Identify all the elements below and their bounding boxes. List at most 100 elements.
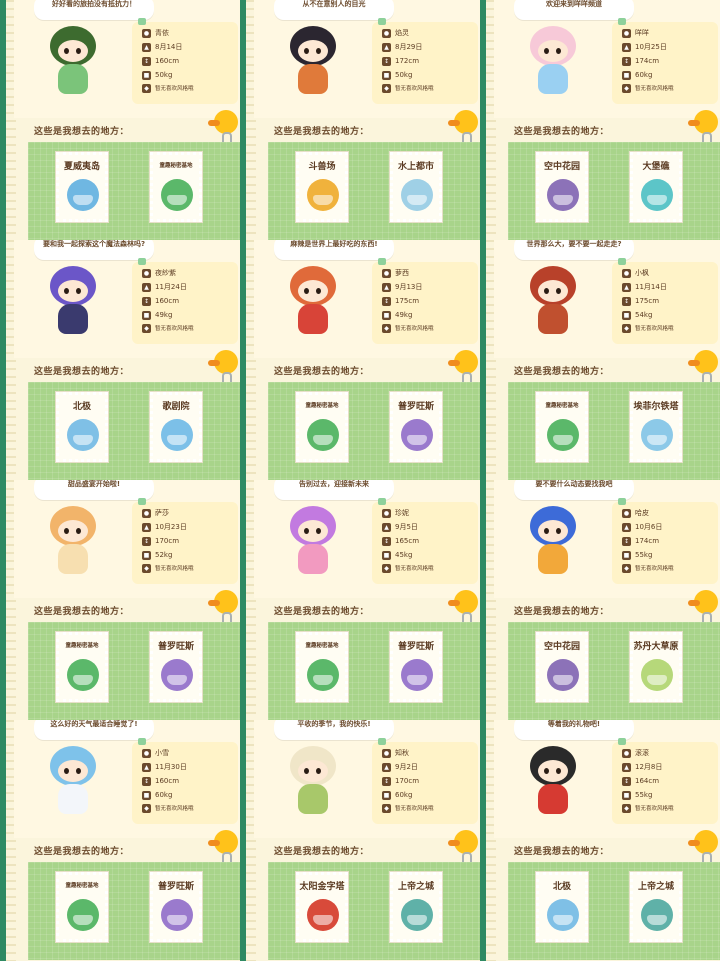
destination-name: 大堡礁 — [642, 162, 670, 172]
height-icon: ↕ — [142, 296, 151, 306]
destination-stamp[interactable]: 北极 — [56, 392, 108, 462]
destination-stamp[interactable]: 夏威夷岛 — [56, 152, 108, 222]
height-row: ↕ 160cm — [142, 56, 179, 67]
destinations-section: 童趣秘密基地 埃菲尔铁塔 — [508, 382, 720, 480]
destination-stamp[interactable]: 水上都市 — [390, 152, 442, 222]
destinations-section: 空中花园 大堡礁 — [508, 142, 720, 240]
destinations-section: 斗兽场 水上都市 — [268, 142, 480, 240]
destination-name: 童趣秘密基地 — [159, 163, 193, 169]
character-card[interactable]: 甜品盛宴开始啦! ● 萨莎 ▲ 10月23日 ↕ 170cm ■ 52kg ◆ 暂无喜欢风… — [0, 480, 240, 720]
destination-illustration — [641, 899, 673, 931]
cake-icon: ▲ — [142, 282, 151, 292]
character-avatar[interactable] — [282, 262, 344, 340]
character-card[interactable]: 等着我的礼物吧! ● 滚滚 ▲ 12月8日 ↕ 164cm ■ 55kg ◆ 暂无喜欢风格… — [480, 720, 720, 961]
cake-icon: ▲ — [622, 42, 631, 52]
destination-illustration — [307, 179, 339, 211]
height-icon: ↕ — [382, 296, 391, 306]
destination-stamp[interactable]: 上帝之城 — [630, 872, 682, 942]
destination-stamp[interactable]: 埃菲尔铁塔 — [630, 392, 682, 462]
profile-section: 这么好的天气最适合睡觉了! ● 小雪 ▲ 11月30日 ↕ 160cm ■ 60kg ◆… — [14, 720, 240, 838]
weight-value: 49kg — [395, 311, 413, 319]
destination-stamp[interactable]: 空中花园 — [536, 152, 588, 222]
destination-stamp[interactable]: 苏丹大草原 — [630, 632, 682, 702]
destination-stamp[interactable]: 太阳金字塔 — [296, 872, 348, 942]
birthday-row: ▲ 12月8日 — [622, 762, 662, 773]
character-card[interactable]: 麻辣是世界上最好吃的东西! ● 萝西 ▲ 9月13日 ↕ 175cm ■ 49kg ◆ 暂… — [240, 240, 480, 480]
destination-name: 普罗旺斯 — [157, 882, 194, 892]
person-icon: ● — [142, 748, 151, 758]
favorite-style: 暂无喜欢风格哦 — [155, 86, 194, 92]
destination-stamp[interactable]: 普罗旺斯 — [150, 872, 202, 942]
weight-value: 45kg — [395, 551, 413, 559]
character-card[interactable]: 好好看的旅拍没有抵抗力！ ● 青依 ▲ 8月14日 ↕ 160cm ■ 50kg ◆ 暂无… — [0, 0, 240, 240]
destination-stamp[interactable]: 上帝之城 — [390, 872, 442, 942]
destination-stamp[interactable]: 童趣秘密基地 — [536, 392, 588, 462]
destination-stamp[interactable]: 普罗旺斯 — [390, 392, 442, 462]
birthday-value: 8月29日 — [395, 43, 423, 51]
destination-stamp[interactable]: 北极 — [536, 872, 588, 942]
character-card[interactable]: 这么好的天气最适合睡觉了! ● 小雪 ▲ 11月30日 ↕ 160cm ■ 60kg ◆… — [0, 720, 240, 961]
destination-stamp[interactable]: 空中花园 — [536, 632, 588, 702]
height-row: ↕ 160cm — [142, 776, 179, 787]
destination-stamp[interactable]: 普罗旺斯 — [390, 632, 442, 702]
character-avatar[interactable] — [522, 262, 584, 340]
character-name: 知秋 — [395, 749, 409, 757]
destination-stamp[interactable]: 童趣秘密基地 — [56, 872, 108, 942]
speech-bubble: 甜品盛宴开始啦! — [34, 480, 154, 500]
destination-name: 上帝之城 — [637, 882, 674, 892]
character-avatar[interactable] — [42, 502, 104, 580]
character-avatar[interactable] — [42, 262, 104, 340]
cake-icon: ▲ — [382, 762, 391, 772]
speech-bubble: 好好看的旅拍没有抵抗力！ — [34, 0, 154, 20]
height-icon: ↕ — [622, 536, 631, 546]
favorite-row: ◆ 暂无喜欢风格哦 — [142, 804, 194, 815]
profile-section: 欢迎来到咩咩频道 ● 咩咩 ▲ 10月25日 ↕ 174cm ■ 60kg ◆ 暂无喜欢风… — [494, 0, 720, 118]
duck-clip-icon — [208, 350, 240, 388]
birthday-value: 11月24日 — [155, 283, 187, 291]
character-avatar[interactable] — [522, 742, 584, 820]
character-card[interactable]: 要和我一起探索这个魔法森林吗? ● 夜紗紫 ▲ 11月24日 ↕ 160cm ■ 49k… — [0, 240, 240, 480]
destination-stamp[interactable]: 童趣秘密基地 — [150, 152, 202, 222]
destination-stamp[interactable]: 大堡礁 — [630, 152, 682, 222]
profile-section: 要和我一起探索这个魔法森林吗? ● 夜紗紫 ▲ 11月24日 ↕ 160cm ■ 49k… — [14, 240, 240, 358]
destinations-heading: 这些是我想去的地方： — [274, 367, 370, 377]
character-avatar[interactable] — [42, 22, 104, 100]
character-card[interactable]: 平收的季节，我的快乐! ● 知秋 ▲ 9月2日 ↕ 170cm ■ 60kg ◆ 暂无喜欢… — [240, 720, 480, 961]
character-avatar[interactable] — [282, 742, 344, 820]
character-avatar[interactable] — [42, 742, 104, 820]
duck-clip-icon — [688, 830, 720, 868]
weight-icon: ■ — [382, 70, 391, 80]
character-card[interactable]: 从不在意别人的目光 ● 焰灵 ▲ 8月29日 ↕ 172cm ■ 50kg ◆ 暂无喜欢风… — [240, 0, 480, 240]
weight-value: 52kg — [155, 551, 173, 559]
character-card[interactable]: 要不要什么动态要找我吧 ● 哈皮 ▲ 10月6日 ↕ 174cm ■ 55kg ◆ 暂无喜… — [480, 480, 720, 720]
destinations-heading: 这些是我想去的地方： — [514, 367, 610, 377]
destination-stamp[interactable]: 童趣秘密基地 — [296, 632, 348, 702]
character-avatar[interactable] — [522, 502, 584, 580]
person-icon: ● — [622, 28, 631, 38]
character-avatar[interactable] — [282, 502, 344, 580]
destination-stamp[interactable]: 斗兽场 — [296, 152, 348, 222]
profile-info-box: ● 小雪 ▲ 11月30日 ↕ 160cm ■ 60kg ◆ 暂无喜欢风格哦 — [132, 738, 238, 824]
favorite-style: 暂无喜欢风格哦 — [395, 86, 434, 92]
character-card[interactable]: 告别过去，迎接新未来 ● 珍妮 ▲ 9月5日 ↕ 165cm ■ 45kg ◆ 暂无喜欢风… — [240, 480, 480, 720]
height-icon: ↕ — [382, 56, 391, 66]
favorite-row: ◆ 暂无喜欢风格哦 — [622, 564, 674, 575]
destination-stamp[interactable]: 童趣秘密基地 — [56, 632, 108, 702]
destination-stamp[interactable]: 普罗旺斯 — [150, 632, 202, 702]
speech-bubble: 从不在意别人的目光 — [274, 0, 394, 20]
weight-value: 50kg — [155, 71, 173, 79]
destination-illustration — [547, 899, 579, 931]
character-card[interactable]: 欢迎来到咩咩频道 ● 咩咩 ▲ 10月25日 ↕ 174cm ■ 60kg ◆ 暂无喜欢风… — [480, 0, 720, 240]
character-avatar[interactable] — [522, 22, 584, 100]
character-name: 焰灵 — [395, 29, 409, 37]
info-tag-icon — [618, 18, 626, 25]
profile-section: 世界那么大，要不要一起走走? ● 小枫 ▲ 11月14日 ↕ 175cm ■ 54kg … — [494, 240, 720, 358]
character-avatar[interactable] — [282, 22, 344, 100]
character-card[interactable]: 世界那么大，要不要一起走走? ● 小枫 ▲ 11月14日 ↕ 175cm ■ 54kg … — [480, 240, 720, 480]
favorite-row: ◆ 暂无喜欢风格哦 — [142, 324, 194, 335]
character-name: 小枫 — [635, 269, 649, 277]
destination-stamp[interactable]: 歌剧院 — [150, 392, 202, 462]
character-name: 滚滚 — [635, 749, 649, 757]
destination-stamp[interactable]: 童趣秘密基地 — [296, 392, 348, 462]
name-row: ● 滚滚 — [622, 748, 649, 759]
